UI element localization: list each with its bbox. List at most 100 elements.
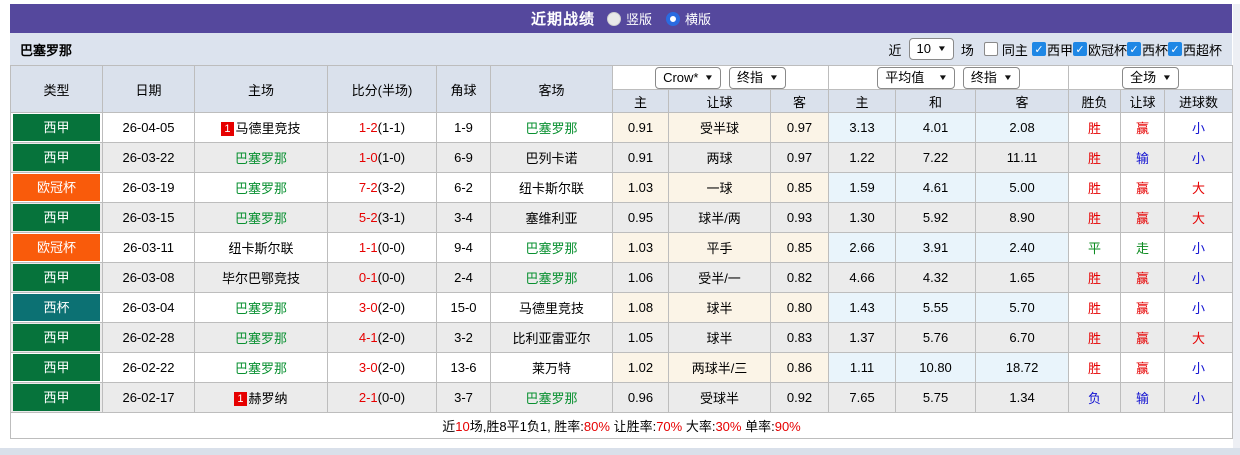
layout-radio-item: 横版	[666, 9, 711, 28]
home-team-name: 纽卡斯尔联	[228, 241, 294, 256]
cell-avg-draw-odds: 5.76	[895, 322, 977, 353]
half-time-score: (2-0)	[377, 330, 406, 345]
radio-button-icon[interactable]	[606, 11, 621, 26]
cell-score: 0-1(0-0)	[327, 262, 437, 293]
cell-result-wdl: 胜	[1068, 142, 1122, 173]
cell-avg-draw-odds: 10.80	[895, 352, 977, 383]
league-filter-item: ✓ 西甲	[1031, 40, 1073, 59]
cell-date: 26-04-05	[102, 112, 195, 143]
home-team-name: 巴塞罗那	[234, 181, 287, 196]
games-label: 场	[960, 42, 974, 58]
cell-avg-home-odds: 1.37	[828, 322, 897, 353]
cell-home-team: 1 赫罗纳	[194, 382, 328, 413]
col-header-crow-handicap: 让球	[668, 89, 771, 113]
cell-home-team: 纽卡斯尔联	[194, 232, 328, 263]
table-row: 欧冠杯 26-03-19 巴塞罗那 7-2(3-2) 6-2 纽卡斯尔联 1.03 一球 0.8…	[10, 172, 1234, 203]
cell-crow-away-odds: 0.97	[769, 112, 830, 143]
half-time-score: (1-0)	[377, 150, 406, 165]
bookmaker-select[interactable]: Crow* ▼	[655, 66, 722, 89]
page-background-gutter	[1233, 4, 1240, 448]
cell-avg-draw-odds: 3.91	[895, 232, 977, 263]
cell-away-team: 塞维利亚	[490, 202, 613, 233]
scope-select[interactable]: 全场 ▼	[1122, 66, 1180, 89]
cell-score: 1-2(1-1)	[327, 112, 437, 143]
league-type-badge: 西甲	[13, 264, 100, 291]
cell-crow-away-odds: 0.93	[769, 202, 830, 233]
radio-button-icon[interactable]	[666, 11, 680, 26]
cell-crow-away-odds: 0.80	[769, 292, 830, 323]
col-header-score: 比分(半场)	[327, 65, 437, 113]
cell-league-type: 西甲	[10, 142, 103, 173]
cell-score: 2-1(0-0)	[327, 382, 437, 413]
cell-avg-away-odds: 2.40	[975, 232, 1070, 263]
recent-label: 近	[888, 42, 902, 58]
summary-segment: 让胜率:	[609, 419, 657, 434]
summary-cell: 近10场,胜8平1负1, 胜率:80% 让胜率:70% 大率:30% 单率:90…	[9, 412, 1234, 439]
cell-avg-away-odds: 5.70	[975, 292, 1070, 323]
layout-radio-item: 竖版	[606, 9, 652, 28]
cell-avg-away-odds: 6.70	[975, 322, 1070, 353]
cell-crow-handicap: 球半	[668, 322, 771, 353]
league-checkbox[interactable]: ✓	[1167, 42, 1182, 56]
recent-count-select[interactable]: 10 ▼	[908, 38, 954, 60]
cell-result-goals: 小	[1164, 232, 1234, 263]
league-filter-item: ✓ 西超杯	[1167, 40, 1222, 59]
cell-result-handicap: 赢	[1120, 202, 1166, 233]
away-team-name: 巴塞罗那	[525, 241, 578, 256]
cell-crow-away-odds: 0.85	[769, 232, 830, 263]
home-team-name: 毕尔巴鄂竞技	[221, 271, 300, 286]
cell-result-goals: 小	[1164, 142, 1234, 173]
cell-score: 3-0(2-0)	[327, 292, 437, 323]
summary-segment: 90%	[774, 419, 801, 434]
avg-stage-select[interactable]: 终指 ▼	[962, 66, 1020, 89]
half-time-score: (0-0)	[377, 270, 406, 285]
cell-score: 1-1(0-0)	[327, 232, 437, 263]
cell-date: 26-03-19	[102, 172, 195, 203]
summary-segment: 80%	[583, 419, 610, 434]
league-filter-item: ✓ 欧冠杯	[1072, 40, 1127, 59]
cell-result-handicap: 赢	[1120, 112, 1166, 143]
results-tbody: 西甲 26-04-05 1 马德里竞技 1-2(1-1) 1-9 巴塞罗那 0.91 受半球 0.…	[10, 112, 1234, 413]
layout-radio-group: 竖版 横版	[606, 9, 711, 28]
league-checkbox[interactable]: ✓	[1072, 42, 1087, 56]
cell-result-goals: 大	[1164, 202, 1234, 233]
cell-league-type: 西甲	[10, 112, 103, 143]
avg-select[interactable]: 平均值 ▼	[877, 66, 956, 89]
cell-avg-home-odds: 2.66	[828, 232, 897, 263]
league-type-badge: 西甲	[13, 384, 100, 411]
same-home-checkbox[interactable]	[983, 42, 998, 56]
cell-corners: 15-0	[436, 292, 491, 323]
cell-score: 4-1(2-0)	[327, 322, 437, 353]
cell-league-type: 西杯	[10, 292, 103, 323]
crow-stage-select[interactable]: 终指 ▼	[729, 66, 786, 89]
chevron-down-icon: ▼	[1002, 72, 1013, 82]
cell-result-goals: 小	[1164, 262, 1234, 293]
cell-away-team: 巴塞罗那	[490, 382, 613, 413]
team-name: 巴塞罗那	[20, 42, 73, 58]
cell-result-wdl: 胜	[1068, 322, 1122, 353]
rank-badge: 1	[234, 392, 247, 406]
cell-avg-draw-odds: 5.55	[895, 292, 977, 323]
cell-away-team: 巴塞罗那	[490, 112, 613, 143]
league-checkbox[interactable]: ✓	[1031, 42, 1046, 56]
cell-result-handicap: 赢	[1120, 262, 1166, 293]
cell-result-goals: 大	[1164, 172, 1234, 203]
cell-away-team: 马德里竞技	[490, 292, 613, 323]
league-checkbox[interactable]: ✓	[1126, 42, 1141, 56]
cell-away-team: 比利亚雷亚尔	[490, 322, 613, 353]
table-row: 西甲 26-04-05 1 马德里竞技 1-2(1-1) 1-9 巴塞罗那 0.91 受半球 0.…	[10, 112, 1234, 143]
cell-home-team: 1 马德里竞技	[194, 112, 328, 143]
league-filter-label: 西甲	[1046, 42, 1073, 58]
col-header-away: 客场	[490, 65, 613, 113]
league-type-badge: 欧冠杯	[13, 234, 100, 261]
cell-date: 26-03-15	[102, 202, 195, 233]
cell-corners: 1-9	[436, 112, 491, 143]
cell-avg-home-odds: 4.66	[828, 262, 897, 293]
league-filters: ✓ 西甲 ✓ 欧冠杯 ✓ 西杯 ✓ 西超杯	[1031, 40, 1222, 59]
cell-result-wdl: 胜	[1068, 202, 1122, 233]
away-team-name: 巴列卡诺	[525, 151, 578, 166]
cell-avg-home-odds: 1.11	[828, 352, 897, 383]
away-team-name: 巴塞罗那	[525, 271, 578, 286]
cell-result-wdl: 胜	[1068, 112, 1122, 143]
table-row: 西甲 26-02-17 1 赫罗纳 2-1(0-0) 3-7 巴塞罗那 0.96 受球半 0.92…	[10, 382, 1234, 413]
